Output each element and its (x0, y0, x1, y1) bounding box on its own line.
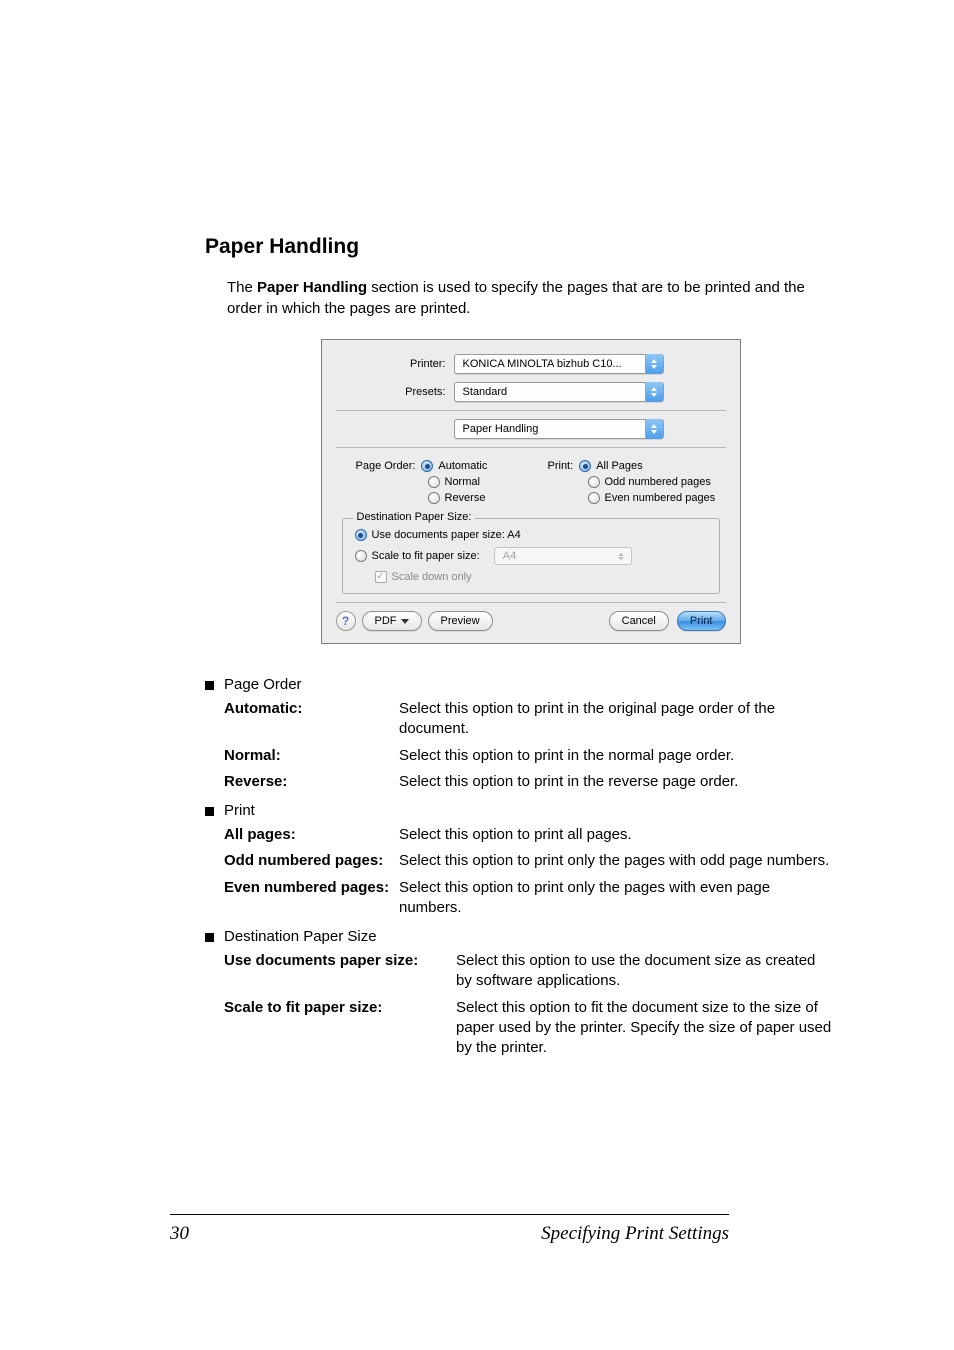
radio-use-document-size[interactable] (355, 529, 367, 541)
printer-value: KONICA MINOLTA bizhub C10... (463, 358, 632, 370)
def-all-pages: Select this option to print all pages. (399, 825, 834, 845)
cancel-button[interactable]: Cancel (609, 611, 669, 631)
radio-normal-label: Normal (445, 476, 480, 488)
destination-title: Destination Paper Size: (353, 511, 476, 523)
page-order-group: Page Order: Automatic Normal Reverse (356, 460, 524, 508)
presets-label: Presets: (336, 386, 454, 398)
term-automatic: Automatic: (224, 699, 399, 740)
footer-title: Specifying Print Settings (541, 1223, 729, 1245)
term-all-pages: All pages: (224, 825, 399, 845)
dest-list-heading: Destination Paper Size (224, 928, 377, 945)
term-even-pages: Even numbered pages: (224, 878, 399, 919)
presets-value: Standard (463, 386, 518, 398)
radio-reverse-label: Reverse (445, 492, 486, 504)
radio-all-pages-label: All Pages (596, 460, 642, 472)
scale-paper-value: A4 (503, 550, 516, 562)
destination-paper-size-group: Destination Paper Size: Use documents pa… (342, 518, 720, 594)
print-label: Print: (548, 460, 574, 472)
def-odd-pages: Select this option to print only the pag… (399, 851, 834, 871)
term-odd-pages: Odd numbered pages: (224, 851, 399, 871)
radio-scale-to-fit[interactable] (355, 550, 367, 562)
page-order-label: Page Order: (356, 460, 416, 472)
print-button[interactable]: Print (677, 611, 726, 631)
radio-automatic[interactable] (421, 460, 433, 472)
preview-button[interactable]: Preview (428, 611, 493, 631)
page-order-list-heading: Page Order (224, 676, 302, 693)
pdf-button[interactable]: PDF (362, 611, 422, 631)
print-group: Print: All Pages Odd numbered pages Even… (548, 460, 716, 508)
radio-odd-pages-label: Odd numbered pages (605, 476, 711, 488)
updown-icon (615, 553, 627, 560)
scale-to-fit-label: Scale to fit paper size: (372, 550, 480, 562)
updown-icon (645, 382, 663, 402)
term-normal: Normal: (224, 746, 399, 766)
page-footer: 30 Specifying Print Settings (170, 1214, 729, 1245)
divider (336, 447, 726, 448)
def-even-pages: Select this option to print only the pag… (399, 878, 834, 919)
scale-paper-popup: A4 (494, 547, 632, 565)
section-value: Paper Handling (463, 423, 549, 435)
radio-reverse[interactable] (428, 492, 440, 504)
def-normal: Select this option to print in the norma… (399, 746, 834, 766)
divider (336, 602, 726, 603)
divider (336, 410, 726, 411)
section-heading: Paper Handling (205, 235, 834, 259)
intro-paragraph: The Paper Handling section is used to sp… (227, 277, 834, 319)
printer-label: Printer: (336, 358, 454, 370)
page-number: 30 (170, 1223, 189, 1245)
updown-icon (645, 419, 663, 439)
term-reverse: Reverse: (224, 772, 399, 792)
updown-icon (645, 354, 663, 374)
intro-before: The (227, 279, 257, 296)
radio-normal[interactable] (428, 476, 440, 488)
print-list-heading: Print (224, 802, 255, 819)
radio-even-pages[interactable] (588, 492, 600, 504)
radio-odd-pages[interactable] (588, 476, 600, 488)
pdf-button-label: PDF (375, 615, 397, 627)
presets-popup[interactable]: Standard (454, 382, 664, 402)
checkbox-scale-down-only (375, 571, 387, 583)
intro-bold: Paper Handling (257, 279, 367, 296)
section-popup[interactable]: Paper Handling (454, 419, 664, 439)
radio-automatic-label: Automatic (438, 460, 487, 472)
scale-down-only-label: Scale down only (392, 571, 472, 583)
footer-rule (170, 1214, 729, 1215)
square-bullet-icon (205, 933, 214, 942)
term-scale-to-fit: Scale to fit paper size: (224, 998, 456, 1059)
term-use-document-size: Use documents paper size: (224, 951, 456, 992)
radio-all-pages[interactable] (579, 460, 591, 472)
radio-even-pages-label: Even numbered pages (605, 492, 716, 504)
printer-popup[interactable]: KONICA MINOLTA bizhub C10... (454, 354, 664, 374)
use-document-size-label: Use documents paper size: A4 (372, 529, 521, 541)
def-scale-to-fit: Select this option to fit the document s… (456, 998, 834, 1059)
chevron-down-icon (401, 619, 409, 624)
def-reverse: Select this option to print in the rever… (399, 772, 834, 792)
square-bullet-icon (205, 807, 214, 816)
print-dialog: Printer: KONICA MINOLTA bizhub C10... Pr… (321, 339, 741, 644)
square-bullet-icon (205, 681, 214, 690)
def-use-document-size: Select this option to use the document s… (456, 951, 834, 992)
help-button[interactable]: ? (336, 611, 356, 631)
def-automatic: Select this option to print in the origi… (399, 699, 834, 740)
